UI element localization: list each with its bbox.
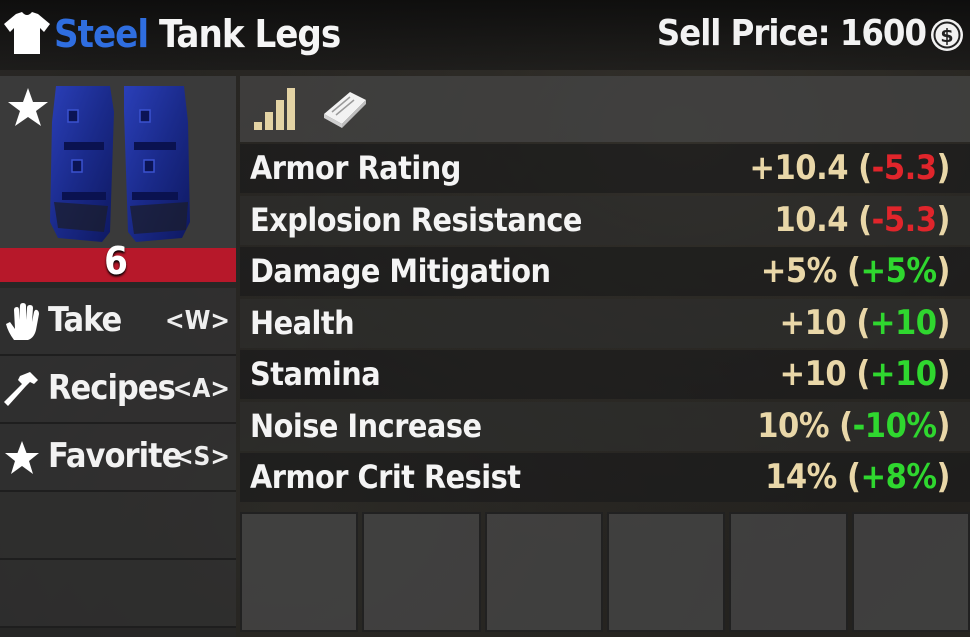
stat-row: Noise Increase 10% (-10%) (240, 401, 970, 451)
item-sidebar: 6 Take <W> Recipes <A> Favorite <S> (0, 76, 236, 637)
svg-text:$: $ (940, 25, 953, 47)
item-preview: 6 (0, 76, 236, 283)
stat-delta: -5.3 (871, 148, 937, 188)
coin-icon: $ (931, 19, 963, 51)
stat-name: Armor Rating (250, 149, 461, 187)
stat-value: 14% (+8%) (765, 457, 950, 497)
sell-price: Sell Price: 1600 (656, 13, 927, 54)
stat-base-value: +10 (779, 302, 847, 343)
tank-legs-image (50, 86, 190, 242)
stat-name: Damage Mitigation (250, 252, 551, 290)
stat-delta: -10% (852, 405, 937, 446)
favorite-label: Favorite (48, 436, 182, 476)
stat-row: Armor Rating +10.4 (-5.3) (240, 144, 970, 193)
stat-name: Noise Increase (250, 406, 482, 445)
item-header: Steel Tank Legs Sell Price: 1600 $ (0, 0, 970, 70)
empty-action-slot (0, 560, 236, 628)
stat-delta: +10 (869, 302, 937, 343)
item-material: Steel (54, 12, 149, 56)
stat-value: +5% (+5%) (760, 251, 951, 291)
stat-name: Stamina (250, 355, 381, 393)
favorite-action[interactable]: Favorite <S> (0, 424, 236, 492)
stat-value: 10.4 (-5.3) (774, 199, 951, 240)
star-icon (5, 441, 39, 474)
mod-slot[interactable] (729, 512, 848, 632)
stat-name: Explosion Resistance (250, 200, 582, 239)
mod-slot[interactable] (484, 512, 603, 632)
stat-name: Health (250, 303, 355, 342)
stat-value: +10.4 (-5.3) (749, 148, 950, 188)
empty-action-slot (0, 492, 236, 560)
book-icon[interactable] (320, 88, 370, 130)
mod-slots (240, 512, 970, 632)
stat-delta: +8% (860, 457, 937, 497)
stat-delta: +5% (860, 251, 937, 291)
stat-base-value: +10 (779, 354, 847, 394)
mod-slot[interactable] (362, 512, 481, 632)
shirt-icon (4, 12, 50, 54)
hammer-icon (4, 372, 38, 406)
stat-delta: -5.3 (871, 199, 937, 240)
take-label: Take (48, 300, 122, 340)
item-title: Steel Tank Legs (54, 8, 341, 60)
take-action[interactable]: Take <W> (0, 288, 236, 356)
stats-list: Armor Rating +10.4 (-5.3) Explosion Resist… (240, 144, 970, 505)
recipes-action[interactable]: Recipes <A> (0, 356, 236, 424)
stat-value: +10 (+10) (779, 354, 950, 394)
stat-base-value: 10.4 (774, 199, 849, 240)
stat-row: Explosion Resistance 10.4 (-5.3) (240, 195, 970, 245)
stat-base-value: +10.4 (749, 148, 848, 188)
stat-row: Armor Crit Resist 14% (+8%) (240, 453, 970, 502)
stat-row: Damage Mitigation +5% (+5%) (240, 247, 970, 296)
stat-row: Health +10 (+10) (240, 298, 970, 348)
stat-base-value: +5% (760, 251, 838, 291)
stat-value: +10 (+10) (779, 302, 950, 343)
stat-base-value: 14% (765, 457, 837, 497)
mod-slot[interactable] (851, 512, 970, 632)
item-name: Tank Legs (158, 12, 341, 56)
recipes-label: Recipes (48, 368, 176, 408)
recipes-hotkey: <A> (172, 374, 230, 404)
item-info-toolbar (240, 76, 970, 142)
stat-delta: +10 (869, 354, 937, 394)
stat-name: Armor Crit Resist (250, 458, 521, 496)
quality-level: 6 (104, 239, 128, 283)
stat-row: Stamina +10 (+10) (240, 350, 970, 399)
stat-base-value: 10% (757, 405, 829, 446)
action-list: Take <W> Recipes <A> Favorite <S> (0, 288, 236, 628)
favorite-hotkey: <S> (173, 442, 230, 472)
mod-slot[interactable] (606, 512, 726, 632)
take-hotkey: <W> (164, 306, 230, 336)
stat-value: 10% (-10%) (757, 405, 950, 446)
hand-icon (6, 303, 39, 340)
favorite-star-icon (8, 88, 48, 126)
signal-bars-icon[interactable] (252, 86, 298, 132)
mod-slot[interactable] (240, 512, 359, 632)
